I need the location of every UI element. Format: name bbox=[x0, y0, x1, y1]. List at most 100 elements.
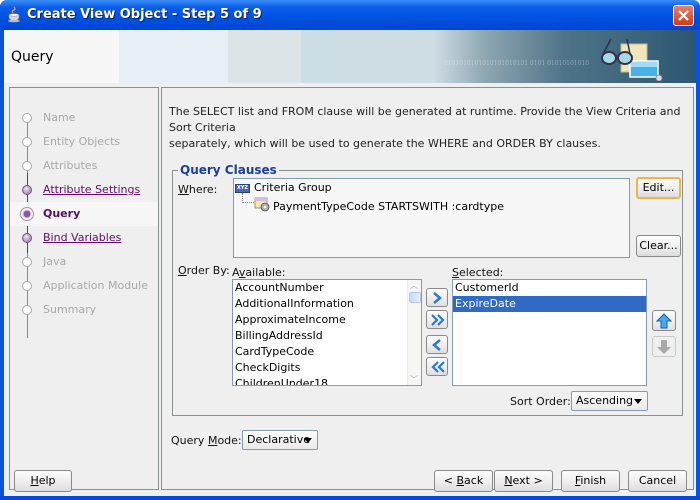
move-left-button[interactable] bbox=[426, 335, 448, 354]
scroll-up-icon[interactable]: ︿ bbox=[410, 280, 418, 291]
dialog-client: Query 0101010101010101010101 0101 010101… bbox=[4, 30, 696, 496]
mnemonic: S bbox=[452, 266, 459, 279]
scroll-down-icon[interactable]: ﹀ bbox=[410, 374, 418, 385]
available-list-item[interactable]: ChildrenUnder18 bbox=[233, 376, 421, 385]
mnemonic: N bbox=[504, 474, 513, 487]
available-list-item[interactable]: AdditionalInformation bbox=[233, 296, 421, 312]
sort-order-label: Sort Order: bbox=[510, 395, 571, 408]
main-panel: The SELECT list and FROM clause will be … bbox=[161, 87, 694, 490]
intro-line: separately, which will be used to genera… bbox=[169, 137, 601, 150]
double-chevron-right-icon bbox=[431, 314, 445, 326]
query-clauses-legend: Query Clauses bbox=[178, 163, 279, 177]
nav-label: Attributes bbox=[43, 159, 98, 172]
nav-label: Summary bbox=[43, 303, 97, 316]
intro-line: The SELECT list and FROM clause will be … bbox=[169, 105, 681, 134]
finish-button[interactable]: Finish bbox=[561, 470, 620, 492]
nav-link[interactable]: Attribute Settings bbox=[43, 183, 140, 196]
button-label: < bbox=[443, 474, 457, 487]
help-button[interactable]: Help bbox=[14, 470, 72, 492]
available-list-item[interactable]: ApproximateIncome bbox=[233, 312, 421, 328]
view-criteria-icon: XYZ bbox=[235, 184, 250, 193]
button-label: Clear... bbox=[639, 239, 678, 252]
move-all-right-button[interactable] bbox=[426, 310, 448, 329]
sort-order-select[interactable]: Ascending bbox=[571, 391, 648, 411]
step-dot-icon bbox=[22, 305, 32, 315]
button-label: ack bbox=[464, 474, 484, 487]
query-clauses-group: Query Clauses Where: XYZ Criteria Group bbox=[172, 163, 683, 416]
order-by-label: Order By: bbox=[178, 264, 230, 277]
mnemonic: B bbox=[456, 474, 465, 487]
available-list-item[interactable]: CardTypeCode bbox=[233, 344, 421, 360]
view-object-glasses-icon bbox=[601, 38, 663, 81]
cancel-button[interactable]: Cancel bbox=[628, 470, 687, 492]
arrow-down-icon bbox=[657, 340, 671, 354]
close-button[interactable] bbox=[673, 5, 694, 26]
wizard-navigation: Name Entity Objects Attributes Attribute… bbox=[9, 87, 159, 490]
back-button[interactable]: < Back bbox=[434, 470, 493, 492]
mnemonic: W bbox=[178, 183, 189, 196]
java-cup-icon bbox=[8, 6, 20, 23]
next-button[interactable]: Next > bbox=[494, 470, 553, 492]
intro-text: The SELECT list and FROM clause will be … bbox=[169, 104, 689, 152]
criteria-item-icon bbox=[254, 197, 270, 212]
step-dot-icon bbox=[22, 257, 32, 267]
move-up-button[interactable] bbox=[652, 310, 676, 331]
selected-list-item[interactable]: CustomerId bbox=[453, 280, 646, 296]
banner-decoration: 0101010101010101010101 0101 01010101010 bbox=[444, 60, 590, 67]
available-list-item[interactable]: AccountNumber bbox=[233, 280, 421, 296]
selected-label: Selected: bbox=[452, 266, 503, 279]
move-right-button[interactable] bbox=[426, 288, 448, 307]
selected-list-item[interactable]: ExpireDate bbox=[453, 296, 646, 312]
step-dot-icon bbox=[22, 161, 32, 171]
nav-item-summary: Summary bbox=[10, 298, 158, 322]
step-dot-icon bbox=[22, 137, 32, 147]
available-list-item[interactable]: BillingAddressId bbox=[233, 328, 421, 344]
arrow-up-icon bbox=[656, 313, 672, 329]
available-attributes-list[interactable]: AccountNumber AdditionalInformation Approx… bbox=[232, 279, 422, 386]
query-mode-label: Query Mode: bbox=[171, 434, 242, 447]
nav-label: Application Module bbox=[43, 279, 148, 292]
label-text: A bbox=[232, 266, 239, 279]
query-mode-select[interactable]: Declarative bbox=[242, 430, 318, 450]
mnemonic: M bbox=[207, 434, 218, 447]
nav-item-bind-variables[interactable]: Bind Variables bbox=[10, 226, 158, 250]
move-all-left-button[interactable] bbox=[426, 357, 448, 376]
scroll-thumb[interactable] bbox=[409, 292, 421, 303]
label-text: ailable: bbox=[245, 266, 286, 279]
close-icon bbox=[678, 10, 689, 21]
nav-item-java: Java bbox=[10, 250, 158, 274]
nav-label-current: Query bbox=[43, 207, 81, 220]
tree-node-label: Criteria Group bbox=[254, 181, 332, 194]
mnemonic: O bbox=[178, 264, 187, 277]
nav-item-name: Name bbox=[10, 106, 158, 130]
chevron-right-icon bbox=[433, 292, 442, 304]
select-value: Declarative bbox=[247, 433, 310, 446]
button-label: Edit... bbox=[642, 181, 675, 194]
label-text: here: bbox=[188, 183, 218, 196]
label-text: rder By: bbox=[186, 264, 230, 277]
button-label: elp bbox=[38, 474, 56, 487]
nav-item-attribute-settings[interactable]: Attribute Settings bbox=[10, 178, 158, 202]
nav-link[interactable]: Bind Variables bbox=[43, 231, 121, 244]
nav-item-attributes: Attributes bbox=[10, 154, 158, 178]
available-list-scrollbar[interactable]: ︿ ﹀ bbox=[407, 280, 421, 385]
selected-attributes-list[interactable]: CustomerId ExpireDate bbox=[452, 279, 647, 386]
nav-item-entity-objects: Entity Objects bbox=[10, 130, 158, 154]
label-text: Query bbox=[171, 434, 208, 447]
edit-criteria-button[interactable]: Edit... bbox=[636, 177, 681, 199]
tree-connector bbox=[242, 193, 254, 203]
step-dot-icon bbox=[22, 281, 32, 291]
available-rows: AccountNumber AdditionalInformation Approx… bbox=[233, 280, 421, 385]
label-text: ode: bbox=[217, 434, 242, 447]
step-current-dot-icon bbox=[20, 207, 34, 221]
mnemonic: H bbox=[30, 474, 39, 487]
step-dot-icon bbox=[22, 113, 32, 123]
double-chevron-left-icon bbox=[431, 361, 445, 373]
nav-item-query: Query bbox=[10, 202, 158, 226]
label-text: elected: bbox=[458, 266, 504, 279]
available-list-item[interactable]: CheckDigits bbox=[233, 360, 421, 376]
nav-label: Entity Objects bbox=[43, 135, 121, 148]
move-down-button[interactable] bbox=[652, 336, 676, 357]
clear-criteria-button[interactable]: Clear... bbox=[636, 235, 681, 257]
where-criteria-tree[interactable]: XYZ Criteria Group PaymentTypeCode START… bbox=[233, 178, 630, 258]
